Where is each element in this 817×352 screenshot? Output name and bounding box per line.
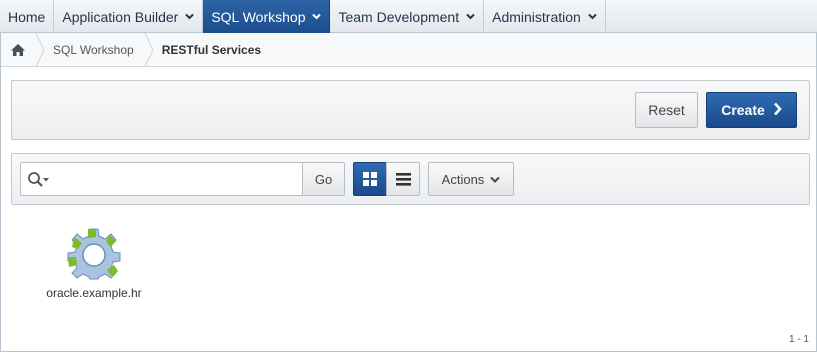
grid-view-button[interactable] [353,162,387,196]
list-view-button[interactable] [386,162,420,196]
list-view-icon [395,172,411,186]
tab-label: SQL Workshop [211,8,306,25]
list-item[interactable]: oracle.example.hr [36,226,152,306]
chevron-right-icon [773,102,782,119]
search-field [20,162,303,196]
create-button-label: Create [721,102,765,118]
home-icon [11,43,25,56]
tab-sql-workshop[interactable]: SQL Workshop [203,0,331,33]
go-button[interactable]: Go [302,162,345,196]
pagination: 1 - 1 [788,334,809,345]
tab-team-development[interactable]: Team Development [330,0,485,33]
tab-application-builder[interactable]: Application Builder [54,0,204,33]
breadcrumb-separator [144,32,154,67]
actions-button-label: Actions [441,171,485,187]
chevron-down-icon[interactable] [312,12,322,21]
chevron-down-icon [490,172,501,187]
tab-label: Team Development [338,8,460,25]
top-navigation: Home Application Builder SQL Workshop Te… [0,0,817,33]
tab-home[interactable]: Home [0,0,55,33]
breadcrumb-home[interactable] [1,33,35,67]
gear-module-icon [67,228,121,280]
tab-label: Application Builder [62,8,179,25]
breadcrumb: SQL Workshop RESTful Services [1,32,816,67]
chevron-down-icon[interactable] [185,12,195,21]
create-button[interactable]: Create [706,92,797,128]
search-region: Go Actions [11,153,810,205]
tab-administration[interactable]: Administration [484,0,606,33]
search-icon[interactable] [27,171,53,189]
breadcrumb-item-current: RESTful Services [161,42,262,57]
go-button-label: Go [314,171,333,187]
tab-label: Administration [492,8,581,25]
reset-button[interactable]: Reset [635,92,698,128]
reset-button-label: Reset [648,102,685,118]
search-input[interactable] [55,167,295,191]
actions-menu-button[interactable]: Actions [428,162,514,196]
tab-label: Home [8,8,46,25]
list-item-label: oracle.example.hr [46,286,142,300]
grid-view-icon [363,172,377,186]
buttons-region: Reset Create [11,80,810,140]
chevron-down-icon[interactable] [588,12,597,21]
breadcrumb-item-sql-workshop[interactable]: SQL Workshop [45,43,144,57]
breadcrumb-separator [35,32,45,67]
chevron-down-icon[interactable] [466,12,475,21]
